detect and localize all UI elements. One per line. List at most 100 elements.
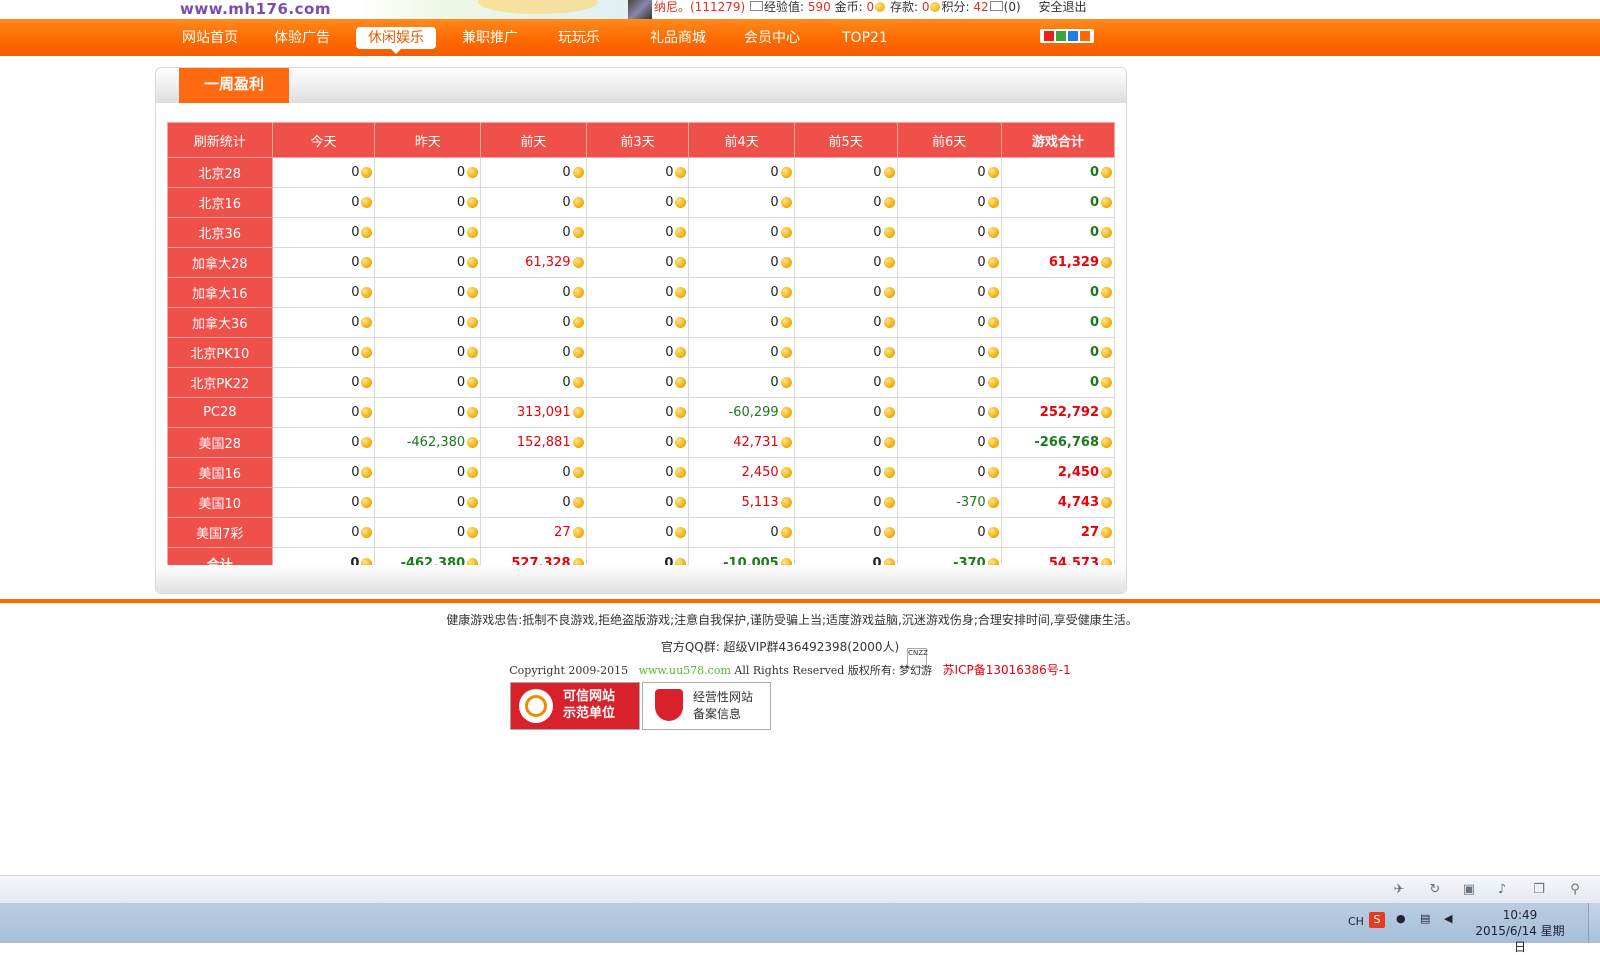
column-header[interactable]: 刷新统计 [167, 122, 273, 158]
nav-item[interactable]: 会员中心 [732, 27, 812, 49]
table-cell: 0 [374, 487, 482, 518]
username[interactable]: 纳尼。(111279) [654, 0, 745, 14]
theme-switcher[interactable] [1040, 29, 1094, 43]
coin-icon [467, 377, 479, 388]
cell-value: 0 [977, 405, 986, 420]
badge1-line2: 示范单位 [563, 706, 616, 721]
gold-value: 0 [866, 0, 875, 14]
show-desktop-button[interactable] [1588, 903, 1600, 943]
coin-icon [987, 467, 999, 478]
nav-item[interactable]: 休闲娱乐 [356, 27, 436, 54]
table-cell: 0 [896, 307, 1002, 338]
coin-icon [572, 377, 584, 388]
trash-icon[interactable]: ▣ [1462, 883, 1476, 897]
nav-item[interactable]: 体验广告 [262, 27, 342, 49]
row-label[interactable]: 美国28 [167, 427, 273, 458]
theme-color-swatch[interactable] [1080, 31, 1090, 41]
row-label[interactable]: 北京PK22 [167, 367, 273, 398]
speaker-icon[interactable]: ◀ [1444, 912, 1452, 925]
site-logo[interactable]: www.mh176.com [178, 0, 628, 19]
row-label[interactable]: 北京16 [167, 187, 273, 218]
cell-value: 0 [665, 435, 674, 450]
volume-icon[interactable]: ♪ [1495, 883, 1509, 897]
qq-icon[interactable]: ● [1396, 912, 1406, 925]
cell-value: 0 [665, 165, 674, 180]
logo-decoration [478, 0, 598, 14]
coin-icon [1101, 467, 1112, 478]
coin-icon [987, 317, 999, 328]
table-cell: 0 [271, 187, 376, 218]
input-method-icon[interactable]: S [1369, 912, 1385, 928]
site-url-link[interactable]: www.uu578.com [639, 664, 731, 677]
table-cell: 0 [271, 367, 376, 398]
cell-value: 0 [562, 345, 571, 360]
panel-footer [156, 565, 1126, 593]
coin-icon [930, 2, 941, 12]
table-cell: 0 [480, 277, 587, 308]
cell-value: 2,450 [1057, 465, 1099, 480]
nav-item[interactable]: 兼职推广 [450, 27, 530, 49]
window-icon[interactable]: ❐ [1532, 883, 1546, 897]
row-label[interactable]: 加拿大28 [167, 247, 273, 278]
table-cell: 0 [585, 427, 690, 458]
theme-color-swatch[interactable] [1068, 31, 1078, 41]
coin-icon [883, 227, 895, 238]
row-label[interactable]: 北京28 [167, 157, 273, 188]
pin-icon[interactable]: ✈ [1392, 883, 1406, 897]
cell-value: 0 [1089, 225, 1099, 240]
row-label[interactable]: 北京PK10 [167, 337, 273, 368]
coin-icon [987, 407, 999, 418]
zoom-icon[interactable]: ⚲ [1568, 883, 1582, 897]
table-row: 美国16 0 0 0 0 2,450 0 0 2,450 [167, 457, 1116, 488]
cell-value: 0 [977, 315, 986, 330]
table-cell: 0 [271, 337, 376, 368]
row-label[interactable]: PC28 [167, 397, 273, 428]
cell-value: 0 [562, 165, 571, 180]
nav-item[interactable]: 玩玩乐 [546, 27, 612, 49]
theme-color-swatch[interactable] [1056, 31, 1066, 41]
theme-color-swatch[interactable] [1044, 31, 1054, 41]
table-cell: 0 [374, 307, 482, 338]
nav-item[interactable]: 礼品商城 [638, 27, 718, 49]
panel-title[interactable]: 一周盈利 [179, 68, 289, 103]
coin-icon [987, 347, 999, 358]
cell-value: 0 [351, 345, 360, 360]
row-label[interactable]: 加拿大16 [167, 277, 273, 308]
coin-icon [572, 197, 584, 208]
table-cell: 0 [896, 157, 1002, 188]
icp-link[interactable]: 苏ICP备13016386号-1 [943, 663, 1071, 677]
logout-link[interactable]: 安全退出 [1038, 0, 1086, 14]
coin-icon [1101, 437, 1112, 448]
points-label: 积分: [941, 0, 970, 14]
language-indicator[interactable]: CH [1348, 915, 1364, 928]
cell-value: 0 [665, 405, 674, 420]
coin-icon [883, 437, 895, 448]
table-cell: 0 [585, 217, 690, 248]
cell-value: 0 [665, 375, 674, 390]
network-icon[interactable]: ▤ [1420, 912, 1430, 925]
message-count[interactable]: (0) [1004, 0, 1021, 14]
business-record-badge[interactable]: 经营性网站 备案信息 [642, 682, 771, 730]
cell-value: 0 [456, 225, 466, 240]
nav-item[interactable]: 网站首页 [170, 27, 250, 49]
avatar[interactable] [628, 0, 652, 19]
table-cell: 0 [688, 187, 795, 218]
row-label[interactable]: 美国10 [167, 487, 273, 518]
row-label[interactable]: 美国16 [167, 457, 273, 488]
row-label[interactable]: 北京36 [167, 217, 273, 248]
trusted-site-badge[interactable]: 可信网站 示范单位 [510, 682, 640, 730]
coin-icon [883, 197, 895, 208]
coin-icon [572, 467, 584, 478]
refresh-icon[interactable]: ↻ [1428, 883, 1442, 897]
mail-icon[interactable] [989, 1, 1003, 11]
system-clock[interactable]: 10:49 2015/6/14 星期日 [1470, 907, 1570, 955]
coin-icon [883, 467, 895, 478]
row-label[interactable]: 加拿大36 [167, 307, 273, 338]
table-cell: 0 [896, 247, 1002, 278]
nav-item[interactable]: TOP21 [830, 27, 900, 49]
cell-value: 0 [873, 435, 882, 450]
table-cell: 0 [480, 487, 587, 518]
row-label[interactable]: 美国7彩 [167, 517, 273, 548]
table-cell: 0 [688, 517, 795, 548]
total-cell: 2,450 [1000, 457, 1116, 488]
